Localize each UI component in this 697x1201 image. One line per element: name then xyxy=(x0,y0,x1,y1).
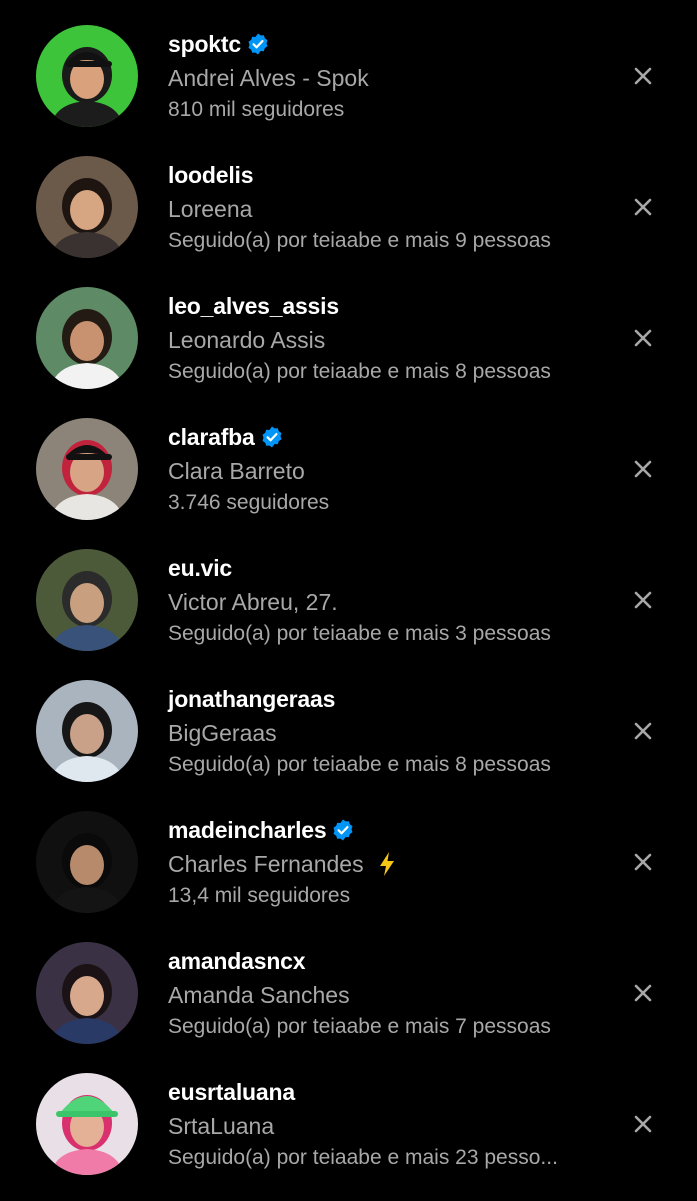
close-icon[interactable] xyxy=(631,1112,655,1136)
username[interactable]: clarafba xyxy=(168,424,255,451)
avatar[interactable] xyxy=(36,1073,138,1175)
username-line: loodelis xyxy=(168,157,608,193)
username[interactable]: eusrtaluana xyxy=(168,1079,295,1106)
full-name: Andrei Alves - Spok xyxy=(168,64,369,91)
suggestion-row[interactable]: spoktc Andrei Alves - Spok 810 mil seguido… xyxy=(0,22,697,153)
suggestion-subtitle: 3.746 seguidores xyxy=(168,491,330,514)
username[interactable]: spoktc xyxy=(168,31,241,58)
fullname-line: Clara Barreto xyxy=(168,455,608,487)
suggestion-row[interactable]: madeincharles Charles Fernandes 13,4 mil s… xyxy=(0,808,697,939)
suggestion-row[interactable]: eu.vic Victor Abreu, 27. Seguido(a) por te… xyxy=(0,546,697,677)
suggestion-row[interactable]: loodelis Loreena Seguido(a) por teiaabe e … xyxy=(0,153,697,284)
avatar[interactable] xyxy=(36,680,138,782)
lightning-emoji-icon xyxy=(378,852,396,876)
full-name: SrtaLuana xyxy=(168,1112,275,1139)
suggestion-subtitle: Seguido(a) por teiaabe e mais 23 pesso..… xyxy=(168,1146,558,1169)
full-name: BigGeraas xyxy=(168,719,277,746)
username-line: amandasncx xyxy=(168,943,608,979)
verified-badge-icon xyxy=(246,32,270,56)
avatar[interactable] xyxy=(36,418,138,520)
full-name: Victor Abreu, 27. xyxy=(168,588,338,615)
avatar[interactable] xyxy=(36,287,138,389)
username-line: madeincharles xyxy=(168,812,608,848)
close-icon[interactable] xyxy=(631,588,655,612)
suggestion-text: loodelis Loreena Seguido(a) por teiaabe e … xyxy=(168,157,608,257)
full-name: Amanda Sanches xyxy=(168,981,350,1008)
avatar[interactable] xyxy=(36,811,138,913)
suggestion-row[interactable]: leo_alves_assis Leonardo Assis Seguido(a) … xyxy=(0,284,697,415)
fullname-line: BigGeraas xyxy=(168,717,608,749)
full-name: Leonardo Assis xyxy=(168,326,326,353)
fullname-line: Victor Abreu, 27. xyxy=(168,586,608,618)
suggested-accounts-list: spoktc Andrei Alves - Spok 810 mil seguido… xyxy=(0,0,697,1200)
username[interactable]: leo_alves_assis xyxy=(168,293,339,320)
suggestion-text: clarafba Clara Barreto 3.746 seguidores xyxy=(168,419,608,519)
suggestion-text: madeincharles Charles Fernandes 13,4 mil s… xyxy=(168,812,608,912)
suggestion-subtitle: Seguido(a) por teiaabe e mais 9 pessoas xyxy=(168,229,551,252)
close-icon[interactable] xyxy=(631,457,655,481)
suggestion-text: jonathangeraas BigGeraas Seguido(a) por te… xyxy=(168,681,608,781)
username[interactable]: madeincharles xyxy=(168,817,327,844)
close-icon[interactable] xyxy=(631,981,655,1005)
fullname-line: SrtaLuana xyxy=(168,1110,608,1142)
full-name: Charles Fernandes xyxy=(168,850,364,877)
fullname-line: Andrei Alves - Spok xyxy=(168,62,608,94)
fullname-line: Leonardo Assis xyxy=(168,324,608,356)
avatar[interactable] xyxy=(36,942,138,1044)
username[interactable]: loodelis xyxy=(168,162,254,189)
avatar[interactable] xyxy=(36,156,138,258)
suggestion-text: leo_alves_assis Leonardo Assis Seguido(a) … xyxy=(168,288,608,388)
suggestion-row[interactable]: amandasncx Amanda Sanches Seguido(a) por t… xyxy=(0,939,697,1070)
close-icon[interactable] xyxy=(631,719,655,743)
username-line: clarafba xyxy=(168,419,608,455)
close-icon[interactable] xyxy=(631,64,655,88)
suggestion-subtitle: Seguido(a) por teiaabe e mais 8 pessoas xyxy=(168,753,551,776)
avatar[interactable] xyxy=(36,549,138,651)
suggestion-text: spoktc Andrei Alves - Spok 810 mil seguido… xyxy=(168,26,608,126)
username-line: jonathangeraas xyxy=(168,681,608,717)
suggestion-subtitle: Seguido(a) por teiaabe e mais 7 pessoas xyxy=(168,1015,551,1038)
suggestion-subtitle: Seguido(a) por teiaabe e mais 8 pessoas xyxy=(168,360,551,383)
suggestion-subtitle: 13,4 mil seguidores xyxy=(168,884,351,907)
suggestion-text: eusrtaluana SrtaLuana Seguido(a) por teiaa… xyxy=(168,1074,608,1174)
fullname-line: Amanda Sanches xyxy=(168,979,608,1011)
full-name: Loreena xyxy=(168,195,253,222)
close-icon[interactable] xyxy=(631,850,655,874)
username-line: leo_alves_assis xyxy=(168,288,608,324)
username[interactable]: eu.vic xyxy=(168,555,232,582)
verified-badge-icon xyxy=(331,818,355,842)
full-name: Clara Barreto xyxy=(168,457,305,484)
suggestion-subtitle: Seguido(a) por teiaabe e mais 3 pessoas xyxy=(168,622,551,645)
avatar[interactable] xyxy=(36,25,138,127)
username[interactable]: jonathangeraas xyxy=(168,686,335,713)
suggestion-subtitle: 810 mil seguidores xyxy=(168,98,345,121)
close-icon[interactable] xyxy=(631,195,655,219)
suggestion-row[interactable]: eusrtaluana SrtaLuana Seguido(a) por teiaa… xyxy=(0,1070,697,1201)
username-line: spoktc xyxy=(168,26,608,62)
verified-badge-icon xyxy=(260,425,284,449)
username-line: eu.vic xyxy=(168,550,608,586)
username[interactable]: amandasncx xyxy=(168,948,306,975)
suggestion-text: amandasncx Amanda Sanches Seguido(a) por t… xyxy=(168,943,608,1043)
username-line: eusrtaluana xyxy=(168,1074,608,1110)
fullname-line: Charles Fernandes xyxy=(168,848,608,880)
close-icon[interactable] xyxy=(631,326,655,350)
suggestion-row[interactable]: clarafba Clara Barreto 3.746 seguidores xyxy=(0,415,697,546)
suggestion-row[interactable]: jonathangeraas BigGeraas Seguido(a) por te… xyxy=(0,677,697,808)
fullname-line: Loreena xyxy=(168,193,608,225)
suggestion-text: eu.vic Victor Abreu, 27. Seguido(a) por te… xyxy=(168,550,608,650)
